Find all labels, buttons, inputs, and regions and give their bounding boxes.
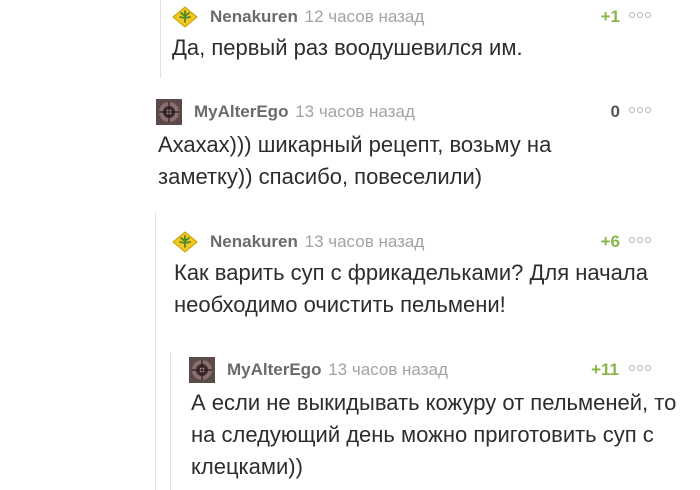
comment-header: MyAlterEgo 13 часов назад 0 [156, 99, 692, 125]
comment-rating: +11 [591, 360, 619, 379]
comment-text: А если не выкидывать кожуру от пельменей… [191, 390, 677, 479]
comment-rating: +1 [600, 7, 620, 26]
author-name[interactable]: MyAlterEgo [227, 360, 321, 379]
comment-text: Ахахах))) шикарный рецепт, возьму на зам… [158, 132, 552, 189]
comment-text: Да, первый раз воодушевился им. [172, 35, 523, 60]
more-options-icon[interactable] [629, 12, 651, 18]
user-avatar[interactable] [156, 99, 182, 125]
comment-author-link[interactable]: Nenakuren 12 часов назад [210, 7, 424, 27]
comment-author-link[interactable]: Nenakuren 13 часов назад [210, 232, 424, 252]
comment-author-link[interactable]: MyAlterEgo 13 часов назад [194, 102, 415, 122]
comment: MyAlterEgo 13 часов назад 0 Ахахах))) ши… [156, 99, 692, 189]
comment-header: Nenakuren 12 часов назад +1 [172, 4, 692, 28]
comment-time[interactable]: 13 часов назад [305, 232, 425, 251]
author-name[interactable]: Nenakuren [210, 7, 298, 26]
comment-text: Как варить суп с фрикадельками? Для нача… [174, 260, 648, 317]
comment-author-link[interactable]: MyAlterEgo 13 часов назад [227, 360, 448, 380]
comment-rating: 0 [610, 102, 620, 121]
comment: Nenakuren 12 часов назад +1 Да, первый р… [172, 4, 692, 60]
comment-rating: +6 [600, 232, 620, 251]
comment: Nenakuren 13 часов назад +6 Как варить с… [172, 229, 692, 317]
more-options-icon[interactable] [629, 237, 651, 243]
comment-header: Nenakuren 13 часов назад +6 [172, 229, 692, 253]
comment-time[interactable]: 13 часов назад [328, 360, 448, 379]
comment-header: MyAlterEgo 13 часов назад +11 [189, 357, 692, 383]
user-avatar[interactable] [189, 357, 215, 383]
comment-time[interactable]: 13 часов назад [295, 102, 415, 121]
author-name[interactable]: MyAlterEgo [194, 102, 288, 121]
comment: MyAlterEgo 13 часов назад +11 А если не … [189, 357, 692, 479]
comment-time[interactable]: 12 часов назад [305, 7, 425, 26]
thread-line [155, 212, 156, 490]
leaf-badge-icon[interactable] [172, 229, 198, 255]
thread-line [160, 0, 161, 78]
leaf-badge-icon[interactable] [172, 4, 198, 30]
author-name[interactable]: Nenakuren [210, 232, 298, 251]
more-options-icon[interactable] [629, 107, 651, 113]
more-options-icon[interactable] [629, 365, 651, 371]
thread-line [170, 352, 171, 490]
